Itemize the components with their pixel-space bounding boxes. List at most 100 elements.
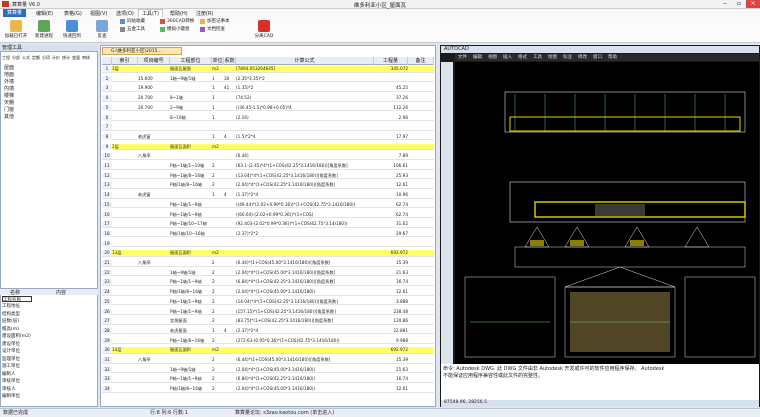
table-cell-formula[interactable]: (1.5)*2*4 [236, 134, 374, 140]
table-cell-qty[interactable]: 10.96 [374, 192, 408, 198]
table-cell-unit[interactable] [212, 124, 224, 130]
menu-edit[interactable]: 编辑(E) [36, 10, 53, 17]
split-cad-button[interactable]: 分离CAD [250, 18, 278, 42]
table-cell-code[interactable] [138, 328, 170, 334]
table-cell-formula[interactable]: ((49.44)*(2.02+0.99*0.36))*(1+COS(42.75*… [236, 202, 374, 208]
table-cell-part[interactable]: P轴/1轴/8~16轴 [170, 289, 212, 295]
table-cell-part[interactable]: 屋面瓦屋面 [170, 66, 212, 72]
table-cell-code[interactable] [138, 163, 170, 169]
tab-quota[interactable]: 定额 [32, 55, 40, 61]
table-row[interactable]: 33 P轴~1轴/1~9轴 2 (6.84)*4*(1+COS(42.25*3.141… [102, 376, 434, 383]
tree-item[interactable]: 地面 [4, 71, 14, 78]
table-cell-coef[interactable] [224, 212, 236, 218]
table-cell-code[interactable] [138, 338, 170, 344]
table-cell-unit[interactable]: m2 [212, 66, 224, 72]
table-cell-unit[interactable] [212, 241, 224, 247]
grid-tab[interactable]: G:\维多利亚小区\2015... [102, 47, 182, 55]
table-cell-code[interactable] [138, 124, 170, 130]
maximize-icon[interactable]: ▫ [732, 0, 746, 8]
table-cell-coef[interactable] [224, 105, 236, 111]
table-cell-formula[interactable]: (6.84)*4*(1+COS(42.25*3.1416/180)) [236, 376, 374, 382]
table-cell-code[interactable] [138, 299, 170, 305]
table-cell-formula[interactable]: (2.04)*4*(1+COS(42.25*3.1416/180))[角度系数] [236, 182, 374, 188]
table-cell-qty[interactable]: 12.61 [374, 182, 408, 188]
prop-item[interactable]: 审核单位 [2, 378, 31, 386]
table-cell-coef[interactable] [224, 95, 236, 101]
table-cell-part[interactable] [170, 134, 212, 140]
table-cell-no[interactable]: 18 [102, 230, 112, 237]
table-cell-no[interactable]: 33 [102, 376, 112, 383]
table-cell-qty[interactable]: 25.93 [374, 173, 408, 179]
table-cell-coef[interactable] [224, 115, 236, 121]
table-cell-idx[interactable] [112, 299, 138, 305]
table-cell-unit[interactable]: m2 [212, 250, 224, 256]
table-cell-qty[interactable]: 22.881 [374, 328, 408, 334]
menu-register[interactable]: 注册(R) [196, 10, 213, 17]
table-cell-idx[interactable] [112, 376, 138, 382]
table-cell-idx[interactable] [112, 309, 138, 315]
table-cell-formula[interactable]: (2.16) [236, 115, 374, 121]
table-cell-part[interactable]: 8~1轴 [170, 95, 212, 101]
table-row[interactable]: 31 八角亭 2 (6.44)*(1+COS(45.00*3.1416/180))[角… [102, 357, 434, 364]
table-cell-idx[interactable] [112, 221, 138, 227]
table-row[interactable]: 14 老虎窗 1 4 (1.37)*2*4 10.96 [102, 192, 434, 199]
table-cell-formula[interactable] [236, 241, 374, 247]
tab-audit[interactable]: 审核 [82, 55, 90, 61]
table-row[interactable]: 20 13层 屋面瓦面积 m2 692.972 [102, 250, 434, 257]
table-cell-code[interactable] [138, 144, 170, 150]
table-row[interactable]: 6 8~10轴 1 (2.16) 2.96 [102, 114, 434, 121]
table-cell-formula[interactable]: (6.44) [236, 153, 374, 159]
table-cell-part[interactable]: P轴~1轴/1~9轴 [170, 376, 212, 382]
table-cell-formula[interactable] [236, 250, 374, 256]
table-cell-idx[interactable] [112, 192, 138, 198]
table-cell-formula[interactable] [236, 347, 374, 353]
table-cell-coef[interactable] [224, 260, 236, 266]
table-cell-idx[interactable] [112, 338, 138, 344]
table-cell-formula[interactable]: (2.04)*4*(1+COS(45.00*3.1416/180)) [236, 367, 374, 373]
table-cell-coef[interactable] [224, 386, 236, 392]
table-cell-idx[interactable] [112, 115, 138, 121]
prop-item[interactable]: 层数(层) [2, 318, 31, 326]
table-cell-code[interactable]: 19.900 [138, 85, 170, 91]
table-cell-idx[interactable]: 13层 [112, 250, 138, 256]
table-cell-formula[interactable]: (1.37)*2*4 [236, 192, 374, 198]
table-cell-code[interactable] [138, 309, 170, 315]
tab-item[interactable]: 分项 [42, 55, 50, 61]
table-cell-unit[interactable]: 2 [212, 182, 224, 188]
table-cell-unit[interactable]: 1 [212, 134, 224, 140]
table-cell-no[interactable]: 11 [102, 163, 112, 169]
table-cell-unit[interactable]: 2 [212, 173, 224, 179]
menu-file[interactable]: 算算量 [3, 9, 27, 17]
table-cell-idx[interactable] [112, 241, 138, 247]
table-cell-unit[interactable]: 2 [212, 299, 224, 305]
prop-item[interactable]: 施工单位 [2, 363, 31, 371]
table-cell-unit[interactable]: m2 [212, 144, 224, 150]
table-cell-qty[interactable]: 238.48 [374, 309, 408, 315]
table-cell-formula[interactable]: (6.44)*(1+COS(45.00*3.1416/180))[角度系数] [236, 260, 374, 266]
table-row[interactable]: 25 P轴~1轴/1~9轴 2 (14.04)*4*(1+COS(42.25*3.14… [102, 298, 434, 306]
table-cell-idx[interactable] [112, 105, 138, 111]
table-cell-coef[interactable] [224, 66, 236, 72]
table-row[interactable]: 12 P轴~1轴/8~16轴 2 (13.04)*4*(1+COS(42.25*3.1… [102, 172, 434, 180]
table-cell-qty[interactable]: 17.97 [374, 134, 408, 140]
table-cell-code[interactable] [138, 367, 170, 373]
table-cell-part[interactable] [170, 357, 212, 363]
table-row[interactable]: 21 八角亭 2 (6.44)*(1+COS(45.00*3.1416/180))[角… [102, 260, 434, 267]
table-cell-no[interactable]: 15 [102, 201, 112, 208]
table-cell-code[interactable] [138, 173, 170, 179]
minimize-icon[interactable]: ‒ [718, 0, 732, 8]
cad-convert-button[interactable]: 360CAD转换 [160, 18, 194, 24]
table-cell-code[interactable]: 八角亭 [138, 260, 170, 266]
table-cell-formula[interactable]: (6.84)*4*(1+COS(42.25*3.1416/180))[角度系数] [236, 279, 374, 285]
table-cell-unit[interactable]: 1 [212, 105, 224, 111]
table-cell-coef[interactable] [224, 202, 236, 208]
table-row[interactable]: 4 20.700 8~1轴 1 (74.52) 37.26 [102, 95, 434, 102]
tab-division[interactable]: 分部 [12, 55, 20, 61]
table-cell-coef[interactable]: 41 [224, 85, 236, 91]
prop-item[interactable]: 设计单位 [2, 348, 31, 356]
table-cell-code[interactable] [138, 231, 170, 237]
table-cell-part[interactable]: 1轴~9轴/1轴 [170, 270, 212, 276]
favorites-button[interactable]: 同站收藏 [120, 18, 145, 24]
table-cell-no[interactable]: 23 [102, 279, 112, 286]
table-cell-code[interactable]: 八角亭 [138, 357, 170, 363]
